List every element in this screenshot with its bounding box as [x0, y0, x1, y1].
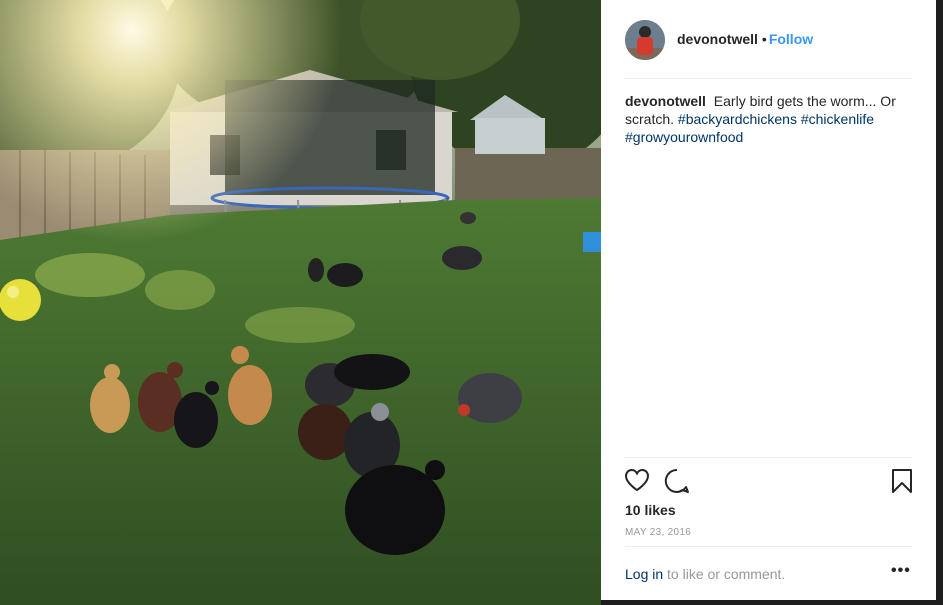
heart-icon[interactable]: [624, 468, 650, 497]
footer-divider: [625, 546, 912, 547]
post-details-panel: devonotwell • Follow devonotwell Early bir…: [601, 0, 936, 600]
page-edge-bottom: [601, 600, 943, 605]
login-link[interactable]: Log in: [625, 566, 663, 582]
login-suffix: to like or comment.: [663, 566, 786, 582]
username-link[interactable]: devonotwell: [677, 31, 758, 47]
avatar[interactable]: [625, 20, 665, 60]
avatar-image: [625, 20, 665, 60]
caption-username-link[interactable]: devonotwell: [625, 93, 706, 109]
page-edge: [936, 0, 943, 605]
hashtag-link[interactable]: #backyardchickens: [678, 111, 797, 127]
more-options-icon[interactable]: •••: [891, 562, 911, 580]
hashtag-link[interactable]: #chickenlife: [801, 111, 874, 127]
login-prompt: Log in to like or comment.: [625, 566, 912, 582]
bookmark-icon[interactable]: [891, 468, 913, 499]
header-names: devonotwell • Follow: [677, 31, 813, 47]
post-caption: devonotwell Early bird gets the worm... …: [625, 92, 912, 146]
comment-bubble-icon[interactable]: [664, 468, 690, 499]
hashtag-link[interactable]: #growyourownfood: [625, 129, 743, 145]
header-divider: [625, 78, 912, 79]
post-actions: [601, 460, 936, 500]
post-date[interactable]: MAY 23, 2016: [625, 527, 691, 538]
likes-count[interactable]: 10 likes: [625, 502, 676, 518]
follow-button[interactable]: Follow: [769, 31, 813, 47]
post-image: [0, 0, 601, 605]
post-photo[interactable]: [0, 0, 601, 605]
separator-dot: •: [761, 31, 767, 47]
post-header: devonotwell • Follow: [601, 0, 936, 78]
actions-divider: [625, 457, 912, 458]
